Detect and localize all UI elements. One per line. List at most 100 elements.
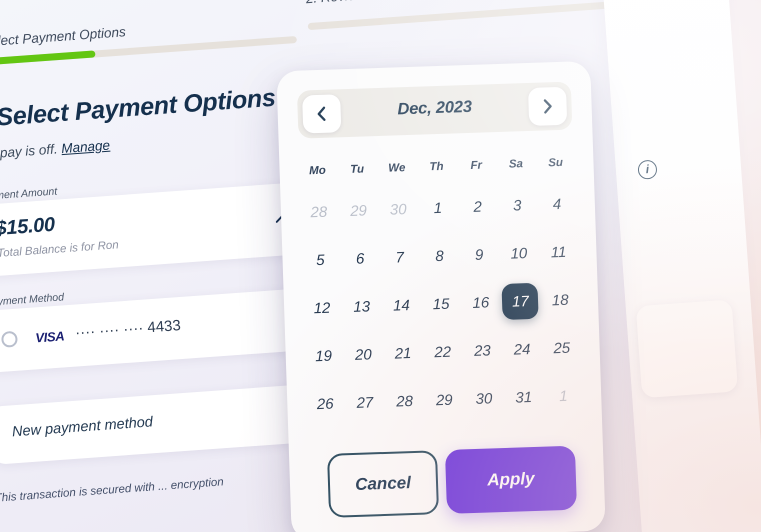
calendar-day[interactable]: 19 <box>303 331 344 380</box>
payment-amount-value: $15.00 <box>0 213 56 240</box>
new-payment-method-label: New payment method <box>11 414 154 441</box>
new-payment-method-card[interactable]: New payment method <box>0 382 332 465</box>
calendar-weekday: Sa <box>508 158 524 171</box>
calendar-day[interactable]: 25 <box>541 323 582 372</box>
calendar-day-label: 16 <box>472 293 490 312</box>
date-picker-modal: Dec, 2023 Mo Tu We Th Fr Sa Su 28 29 30 1 2 3 4 5 6 7 8 9… <box>276 60 606 532</box>
calendar-day-selected[interactable]: 17 <box>500 277 541 326</box>
calendar-day-label: 17 <box>501 282 540 320</box>
calendar-day-label: 27 <box>356 393 374 412</box>
calendar-weekday: Mo <box>308 164 326 178</box>
calendar-day-label: 29 <box>435 391 453 409</box>
security-note: This transaction is secured with ... enc… <box>0 476 225 505</box>
calendar-day-label: 30 <box>475 389 493 408</box>
calendar-day[interactable]: 11 <box>538 227 579 276</box>
calendar-day[interactable]: 28 <box>384 377 425 426</box>
page-title: 1. Select Payment Options <box>0 83 277 134</box>
info-icon[interactable]: i <box>637 159 658 180</box>
calendar-day-label: 8 <box>435 247 444 265</box>
calendar-day[interactable]: 4 <box>536 179 577 228</box>
calendar-day-label: 9 <box>474 246 484 264</box>
calendar-day-label: 30 <box>389 200 407 219</box>
calendar-day[interactable]: 7 <box>379 233 420 282</box>
calendar-day-label: 1 <box>558 387 568 405</box>
stepper-label-step-2[interactable]: 2. Review & Pay <box>305 0 405 6</box>
calendar-day[interactable]: 22 <box>422 327 463 376</box>
calendar-weeks: 28 29 30 1 2 3 4 5 6 7 8 9 10 11 12 13 14 15 16 17 18 19 20 21 2… <box>298 179 584 428</box>
calendar-weekday: We <box>388 162 406 175</box>
calendar-day[interactable]: 13 <box>341 282 382 331</box>
autopay-status-row: Autopay is off. Manage <box>0 138 110 163</box>
calendar-day-label: 28 <box>395 392 414 411</box>
calendar-day-label: 20 <box>354 345 372 364</box>
calendar-day[interactable]: 28 <box>298 187 339 236</box>
chevron-right-icon[interactable] <box>527 86 568 126</box>
calendar-day-label: 26 <box>316 395 334 413</box>
calendar-day[interactable]: 30 <box>378 185 419 234</box>
calendar-day-label: 2 <box>473 198 483 216</box>
calendar-day[interactable]: 5 <box>300 235 341 284</box>
calendar-day-label: 29 <box>349 201 368 220</box>
calendar-day-label: 24 <box>513 340 531 359</box>
calendar-day[interactable]: 6 <box>339 234 380 283</box>
calendar-weekday: Su <box>548 156 564 170</box>
stepper-label-step-1[interactable]: 1. Select Payment Options <box>0 24 126 50</box>
calendar-week-row: 26 27 28 29 30 31 1 <box>305 371 584 428</box>
calendar-weekday: Fr <box>470 159 483 172</box>
calendar-day[interactable]: 1 <box>417 183 458 232</box>
calendar-day[interactable]: 20 <box>343 330 384 379</box>
calendar-header: Dec, 2023 <box>296 81 573 139</box>
calendar-grid: Mo Tu We Th Fr Sa Su 28 29 30 1 2 3 4 5 6 7 8 9 10 11 12 13 14… <box>297 145 584 428</box>
calendar-day-label: 14 <box>392 296 411 315</box>
calendar-day[interactable]: 29 <box>338 186 379 235</box>
cancel-button[interactable]: Cancel <box>327 450 440 518</box>
calendar-day[interactable]: 29 <box>424 375 465 424</box>
calendar-day[interactable]: 10 <box>498 229 539 278</box>
card-number-masked: ···· ···· ···· 4433 <box>74 317 182 342</box>
date-picker-modal-wrapper: Dec, 2023 Mo Tu We Th Fr Sa Su 28 29 30 1 2 3 4 5 6 7 8 9… <box>276 60 606 532</box>
calendar-day[interactable]: 23 <box>462 326 503 375</box>
visa-logo: VISA <box>34 328 65 346</box>
calendar-day-label: 13 <box>353 297 371 316</box>
calendar-day-label: 4 <box>552 195 562 213</box>
calendar-day[interactable]: 12 <box>301 283 342 332</box>
calendar-actions: Cancel Apply <box>327 445 577 518</box>
calendar-day-label: 6 <box>355 250 365 268</box>
calendar-day-label: 15 <box>432 295 450 313</box>
calendar-day-label: 21 <box>394 344 412 363</box>
calendar-weekday: Tu <box>350 163 365 176</box>
side-panel-card[interactable] <box>635 299 739 399</box>
calendar-day[interactable]: 16 <box>460 278 501 327</box>
calendar-day-label: 12 <box>313 299 331 317</box>
calendar-day[interactable]: 24 <box>501 325 542 374</box>
calendar-weekday: Th <box>429 160 444 174</box>
calendar-day-label: 10 <box>510 244 528 263</box>
autopay-status-text: Autopay is off. <box>0 141 59 163</box>
calendar-day[interactable]: 3 <box>497 181 538 230</box>
calendar-day-label: 25 <box>553 339 571 357</box>
calendar-day[interactable]: 14 <box>381 281 422 330</box>
calendar-day[interactable]: 9 <box>459 230 500 279</box>
calendar-day-label: 11 <box>550 243 567 261</box>
calendar-day-label: 28 <box>310 203 328 221</box>
apply-button[interactable]: Apply <box>444 445 577 514</box>
calendar-day[interactable]: 8 <box>419 231 460 280</box>
calendar-day[interactable]: 21 <box>382 329 423 378</box>
calendar-day[interactable]: 30 <box>463 374 504 423</box>
payment-amount-subtext: Total Balance is for Ron <box>0 239 120 260</box>
calendar-day[interactable]: 18 <box>540 275 581 324</box>
manage-autopay-link[interactable]: Manage <box>61 138 111 156</box>
calendar-day[interactable]: 31 <box>503 373 544 422</box>
stepper-progress-fill <box>0 50 96 67</box>
calendar-day-label: 19 <box>314 347 333 365</box>
calendar-day[interactable]: 27 <box>344 378 385 427</box>
calendar-day-label: 7 <box>395 248 405 266</box>
calendar-day[interactable]: 26 <box>305 379 346 428</box>
calendar-day-label: 18 <box>551 291 569 309</box>
calendar-day-label: 3 <box>512 196 522 215</box>
payment-method-radio[interactable] <box>0 330 19 348</box>
calendar-day[interactable]: 15 <box>420 279 461 328</box>
calendar-day-label: 1 <box>433 199 443 217</box>
calendar-day[interactable]: 2 <box>457 182 498 231</box>
calendar-day[interactable]: 1 <box>543 371 584 420</box>
